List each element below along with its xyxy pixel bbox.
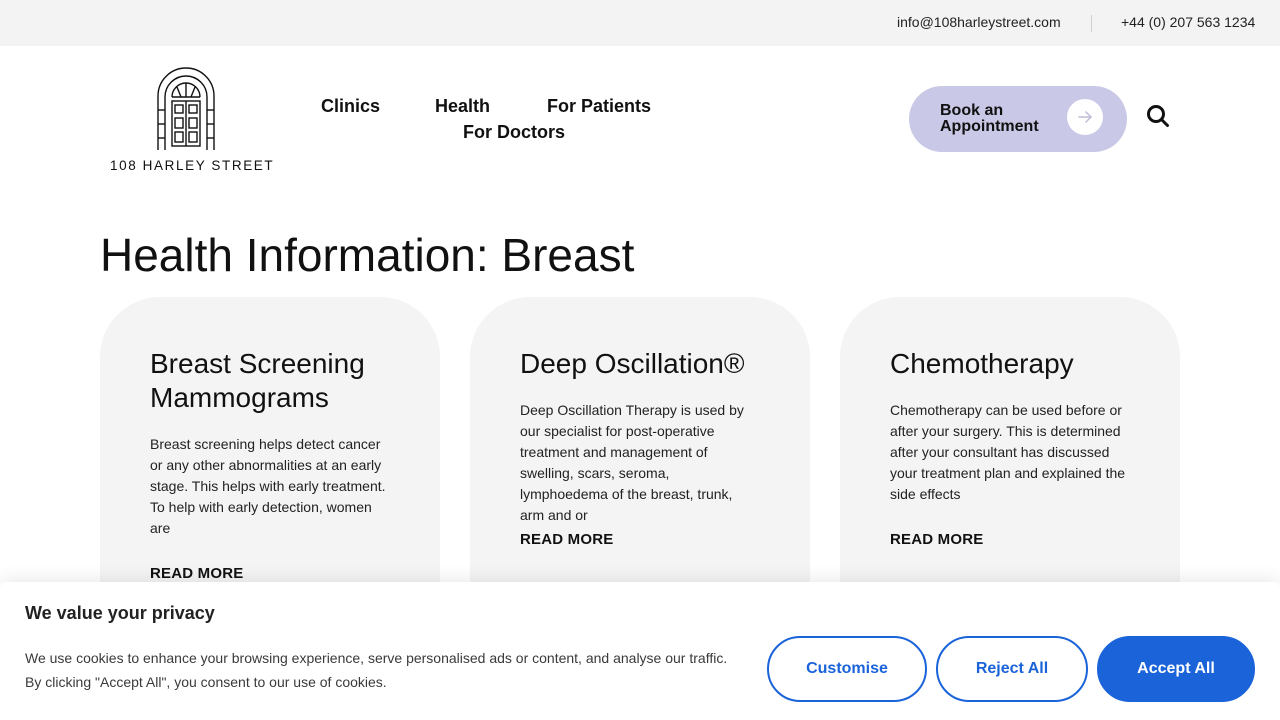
card-description: Breast screening helps detect cancer or … [150, 436, 386, 536]
email-link[interactable]: info@108harleystreet.com [897, 14, 1061, 30]
card-description: Deep Oscillation Therapy is used by our … [520, 402, 744, 523]
nav-health[interactable]: Health [435, 96, 490, 117]
card-deep-oscillation: Deep Oscillation® Deep Oscillation Thera… [470, 297, 810, 617]
cookie-banner: We value your privacy We use cookies to … [0, 582, 1280, 720]
book-appointment-button[interactable]: Book an Appointment [909, 86, 1127, 152]
search-icon[interactable] [1146, 104, 1170, 128]
read-more-link[interactable]: READ MORE [150, 565, 243, 582]
arrow-right-icon [1067, 99, 1103, 135]
read-more-link[interactable]: READ MORE [890, 531, 983, 548]
read-more-link[interactable]: READ MORE [520, 531, 613, 548]
card-description: Chemotherapy can be used before or after… [890, 402, 1126, 502]
page-title: Health Information: Breast [100, 229, 635, 281]
card-title: Deep Oscillation® [520, 348, 745, 379]
accept-all-button[interactable]: Accept All [1097, 636, 1255, 702]
phone-link[interactable]: +44 (0) 207 563 1234 [1121, 14, 1255, 30]
card-breast-screening: Breast Screening Mammograms Breast scree… [100, 297, 440, 617]
nav-for-doctors[interactable]: For Doctors [463, 122, 565, 143]
cookie-text: We use cookies to enhance your browsing … [25, 650, 728, 690]
nav-clinics[interactable]: Clinics [321, 96, 380, 117]
cookie-title: We value your privacy [25, 603, 215, 623]
customise-button[interactable]: Customise [767, 636, 927, 702]
card-title: Chemotherapy [890, 348, 1074, 379]
reject-all-button[interactable]: Reject All [936, 636, 1088, 702]
card-title: Breast Screening Mammograms [150, 348, 365, 413]
book-appointment-label: Book an Appointment [940, 102, 1039, 135]
logo-text: 108 HARLEY STREET [110, 158, 275, 173]
topbar-divider [1091, 15, 1092, 32]
top-bar: info@108harleystreet.com +44 (0) 207 563… [0, 0, 1280, 46]
site-logo[interactable]: 108 HARLEY STREET [108, 66, 273, 176]
card-chemotherapy: Chemotherapy Chemotherapy can be used be… [840, 297, 1180, 617]
door-logo-icon [157, 67, 215, 150]
nav-for-patients[interactable]: For Patients [547, 96, 651, 117]
